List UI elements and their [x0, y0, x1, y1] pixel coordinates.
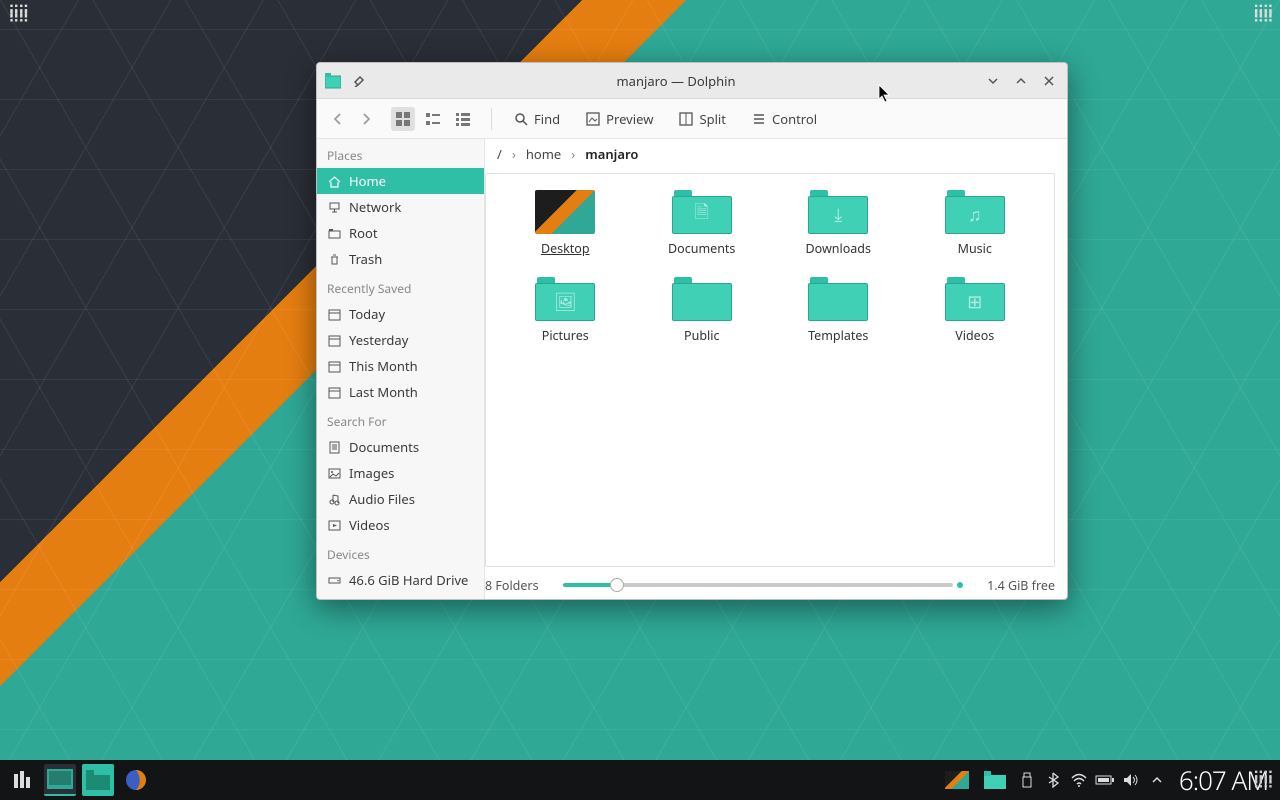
sidebar-item-videos[interactable]: Videos [317, 512, 484, 538]
folder-downloads[interactable]: ⤓ Downloads [775, 190, 902, 257]
image-icon [327, 466, 341, 480]
calendar-icon [327, 307, 341, 321]
crumb-home[interactable]: home [526, 145, 561, 163]
app-icon [325, 73, 341, 89]
tray-chevron-up-icon[interactable] [1147, 770, 1167, 790]
folder-templates[interactable]: Templates [775, 277, 902, 344]
folder-desktop[interactable]: Desktop [502, 190, 629, 257]
pictures-icon: 🖼 [554, 290, 577, 314]
folder-videos[interactable]: ⊞ Videos [912, 277, 1039, 344]
tray-wallpaper-icon[interactable] [941, 764, 973, 796]
tray-usb-icon[interactable] [1017, 770, 1037, 790]
statusbar: 8 Folders 1.4 GiB free [485, 571, 1067, 599]
sidebar-item-documents[interactable]: Documents [317, 434, 484, 460]
back-button[interactable] [327, 108, 349, 130]
sidebar-item-images[interactable]: Images [317, 460, 484, 486]
document-icon: 🗎 [695, 200, 709, 230]
video-icon: ⊞ [967, 290, 982, 314]
sidebar-item-yesterday[interactable]: Yesterday [317, 327, 484, 353]
file-area[interactable]: Desktop 🗎 Documents ⤓ Downloads ♫ Music … [485, 173, 1055, 567]
search-heading: Search For [317, 405, 484, 434]
sidebar-item-last-month[interactable]: Last Month [317, 379, 484, 405]
folder-documents[interactable]: 🗎 Documents [639, 190, 766, 257]
window-title: manjaro — Dolphin [377, 72, 975, 90]
sidebar-item-this-month[interactable]: This Month [317, 353, 484, 379]
chevron-right-icon: › [512, 145, 516, 163]
recent-heading: Recently Saved [317, 272, 484, 301]
folder-icon [327, 226, 341, 240]
compact-view-button[interactable] [421, 107, 445, 131]
sidebar-item-trash[interactable]: Trash [317, 246, 484, 272]
document-icon [327, 440, 341, 454]
split-button[interactable]: Split [673, 106, 732, 132]
sidebar-item-home[interactable]: Home [317, 168, 484, 194]
pin-icon[interactable] [349, 71, 369, 91]
preview-button[interactable]: Preview [580, 106, 659, 132]
control-button[interactable]: Control [746, 106, 823, 132]
tray-bluetooth-icon[interactable] [1043, 770, 1063, 790]
activities-icon[interactable]: ⠿⠿⠿⠿ [8, 8, 27, 20]
find-button[interactable]: Find [508, 106, 566, 132]
titlebar[interactable]: manjaro — Dolphin [317, 63, 1067, 99]
calendar-icon [327, 385, 341, 399]
devices-heading: Devices [317, 538, 484, 567]
task-desktop[interactable] [44, 764, 76, 796]
close-button[interactable] [1039, 71, 1059, 91]
sidebar-item-drive-1[interactable]: 46.6 GiB Hard Drive [317, 567, 484, 593]
sidebar[interactable]: Places Home Network Root Trash Recently … [317, 139, 485, 599]
desktop-thumbnail-icon [535, 190, 595, 234]
home-icon [327, 174, 341, 188]
start-button[interactable] [6, 764, 38, 796]
task-firefox[interactable] [120, 764, 152, 796]
tray-battery-icon[interactable] [1095, 770, 1115, 790]
folder-music[interactable]: ♫ Music [912, 190, 1039, 257]
taskbar: 6:07 AM ⠿⠿⠿⠿ [0, 760, 1280, 800]
chevron-right-icon: › [571, 145, 575, 163]
task-dolphin[interactable] [82, 764, 114, 796]
calendar-icon [327, 333, 341, 347]
minimize-button[interactable] [983, 71, 1003, 91]
separator [491, 108, 492, 130]
details-view-button[interactable] [451, 107, 475, 131]
toolbar: Find Preview Split Control [317, 99, 1067, 139]
breadcrumb: / › home › manjaro [485, 139, 1067, 169]
music-icon: ♫ [968, 203, 982, 227]
download-icon: ⤓ [834, 203, 842, 227]
sidebar-item-audio[interactable]: Audio Files [317, 486, 484, 512]
calendar-icon [327, 359, 341, 373]
main-panel: / › home › manjaro Desktop 🗎 Documents ⤓… [485, 139, 1067, 599]
show-desktop-icon[interactable]: ⠿⠿⠿⠿ [1253, 774, 1272, 786]
folder-pictures[interactable]: 🖼 Pictures [502, 277, 629, 344]
tray-volume-icon[interactable] [1121, 770, 1141, 790]
activities-icon-right[interactable]: ⠿⠿⠿⠿ [1253, 8, 1272, 20]
video-icon [327, 518, 341, 532]
icons-view-button[interactable] [391, 107, 415, 131]
audio-icon [327, 492, 341, 506]
places-heading: Places [317, 139, 484, 168]
tray-wifi-icon[interactable] [1069, 770, 1089, 790]
tray-dolphin-icon[interactable] [979, 764, 1011, 796]
crumb-current[interactable]: manjaro [585, 145, 638, 163]
sidebar-item-drive-2[interactable]: 27.9 GiB Hard Drive [317, 593, 484, 599]
folder-count: 8 Folders [485, 577, 539, 594]
free-space: 1.4 GiB free [987, 577, 1055, 594]
maximize-button[interactable] [1011, 71, 1031, 91]
crumb-root[interactable]: / [497, 145, 502, 163]
zoom-slider[interactable] [563, 582, 964, 588]
network-icon [327, 200, 341, 214]
forward-button[interactable] [355, 108, 377, 130]
sidebar-item-root[interactable]: Root [317, 220, 484, 246]
trash-icon [327, 252, 341, 266]
dolphin-window: manjaro — Dolphin Find Preview Split Con… [316, 62, 1068, 600]
sidebar-item-network[interactable]: Network [317, 194, 484, 220]
folder-public[interactable]: Public [639, 277, 766, 344]
sidebar-item-today[interactable]: Today [317, 301, 484, 327]
drive-icon [327, 573, 341, 587]
